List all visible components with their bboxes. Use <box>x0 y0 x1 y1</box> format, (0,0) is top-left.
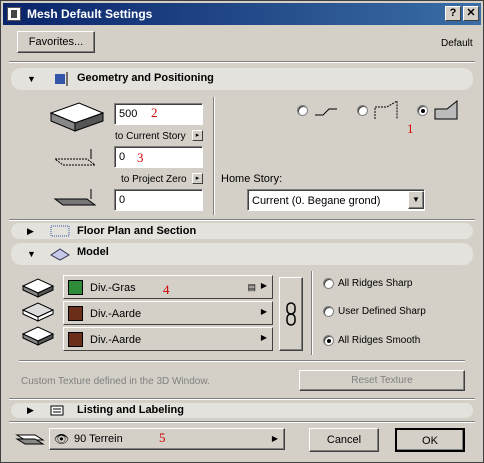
listing-icon <box>50 405 64 416</box>
model-icon <box>50 248 70 261</box>
divider <box>9 421 475 423</box>
collapsed-triangle-icon: ▶ <box>27 405 34 415</box>
favorites-button[interactable]: Favorites... <box>17 31 95 53</box>
help-button[interactable]: ? <box>445 6 461 21</box>
chevron-right-icon: ▶ <box>260 307 267 316</box>
link-materials-button[interactable] <box>279 277 303 351</box>
mesh-height-icon <box>49 102 105 132</box>
reset-texture-button[interactable]: Reset Texture <box>299 370 465 391</box>
material-swatch <box>68 306 83 321</box>
to-project-zero-label: to Project Zero <box>121 174 187 185</box>
texture-icon: ▤ <box>247 282 256 292</box>
offset-plane-icon <box>53 149 97 166</box>
close-button[interactable]: ✕ <box>463 6 479 21</box>
vertical-divider <box>213 97 215 215</box>
material-name: Div.-Aarde <box>90 308 142 320</box>
to-current-story-label: to Current Story <box>115 131 186 142</box>
vertical-divider <box>311 271 313 355</box>
solid-body-radio[interactable] <box>417 105 428 116</box>
material-swatch <box>68 280 83 295</box>
annotation-1: 1 <box>407 121 414 136</box>
chevron-down-icon[interactable]: ▼ <box>408 191 424 209</box>
surface-with-walls-icon <box>374 100 398 119</box>
surface-with-walls-radio[interactable] <box>357 105 368 116</box>
dialog-window: Mesh Default Settings ? ✕ Favorites... D… <box>0 0 484 463</box>
expanded-triangle-icon: ▼ <box>27 74 36 84</box>
material-name: Div.-Gras <box>90 282 136 294</box>
section-geometry-header[interactable]: ▼ Geometry and Positioning <box>11 68 473 90</box>
expanded-triangle-icon: ▼ <box>27 249 36 259</box>
divider <box>9 398 475 400</box>
chevron-right-icon: ▶ <box>260 281 267 290</box>
material-name: Div.-Aarde <box>90 334 142 346</box>
side-surface-picker[interactable]: Div.-Aarde ▶ <box>63 301 273 325</box>
base-plane-icon <box>53 189 97 206</box>
top-surface-icon <box>21 278 55 298</box>
app-icon <box>7 7 21 21</box>
section-title: Geometry and Positioning <box>77 72 214 84</box>
floor-plan-icon <box>50 225 70 237</box>
annotation-5: 5 <box>159 430 166 445</box>
divider <box>19 360 465 362</box>
layer-picker[interactable]: 👁 90 Terrein ▶ <box>49 428 285 450</box>
mesh-height-field[interactable]: 500 <box>114 103 203 125</box>
annotation-2: 2 <box>151 105 158 120</box>
cancel-button[interactable]: Cancel <box>309 428 379 452</box>
surface-only-radio[interactable] <box>297 105 308 116</box>
section-model-header[interactable]: ▼ Model <box>11 243 473 265</box>
section-title: Listing and Labeling <box>77 404 184 416</box>
default-label: Default <box>441 38 473 49</box>
texture-note: Custom Texture defined in the 3D Window. <box>21 376 210 387</box>
chevron-right-icon: ▶ <box>271 434 278 443</box>
surface-only-icon <box>315 108 337 116</box>
section-listing-header[interactable]: ▶ Listing and Labeling <box>11 403 473 418</box>
user-defined-sharp-label: User Defined Sharp <box>338 306 426 317</box>
chain-link-icon <box>286 302 296 326</box>
window-title: Mesh Default Settings <box>27 7 153 21</box>
material-swatch <box>68 332 83 347</box>
annotation-4: 4 <box>163 282 170 297</box>
ok-button[interactable]: OK <box>395 428 465 452</box>
zero-reference-dropdown[interactable]: ▸ <box>192 173 203 184</box>
offset-field[interactable]: 0 <box>114 146 203 168</box>
geometry-icon <box>55 72 68 86</box>
section-title: Model <box>77 246 109 258</box>
layer-name: 90 Terrein <box>74 433 123 445</box>
section-title: Floor Plan and Section <box>77 225 197 237</box>
bottom-surface-picker[interactable]: Div.-Aarde ▶ <box>63 327 273 351</box>
user-defined-sharp-radio[interactable] <box>323 306 334 317</box>
layers-icon <box>15 434 45 445</box>
solid-body-icon <box>434 99 458 120</box>
divider <box>9 61 475 63</box>
annotation-3: 3 <box>137 150 144 165</box>
collapsed-triangle-icon: ▶ <box>27 226 34 236</box>
story-reference-dropdown[interactable]: ▸ <box>192 130 203 141</box>
divider <box>9 219 475 221</box>
all-ridges-smooth-radio[interactable] <box>323 335 334 346</box>
base-level-field[interactable]: 0 <box>114 189 203 211</box>
home-story-label: Home Story: <box>221 173 283 185</box>
bottom-surface-icon <box>21 326 55 346</box>
chevron-right-icon: ▶ <box>260 333 267 342</box>
side-surface-icon <box>21 302 55 322</box>
section-floor-plan-header[interactable]: ▶ Floor Plan and Section <box>11 223 473 239</box>
all-ridges-sharp-radio[interactable] <box>323 278 334 289</box>
title-bar[interactable]: Mesh Default Settings ? ✕ <box>3 3 481 25</box>
all-ridges-smooth-label: All Ridges Smooth <box>338 335 421 346</box>
all-ridges-sharp-label: All Ridges Sharp <box>338 278 413 289</box>
eye-icon: 👁 <box>54 432 70 446</box>
home-story-select[interactable]: Current (0. Begane grond) ▼ <box>247 189 425 211</box>
